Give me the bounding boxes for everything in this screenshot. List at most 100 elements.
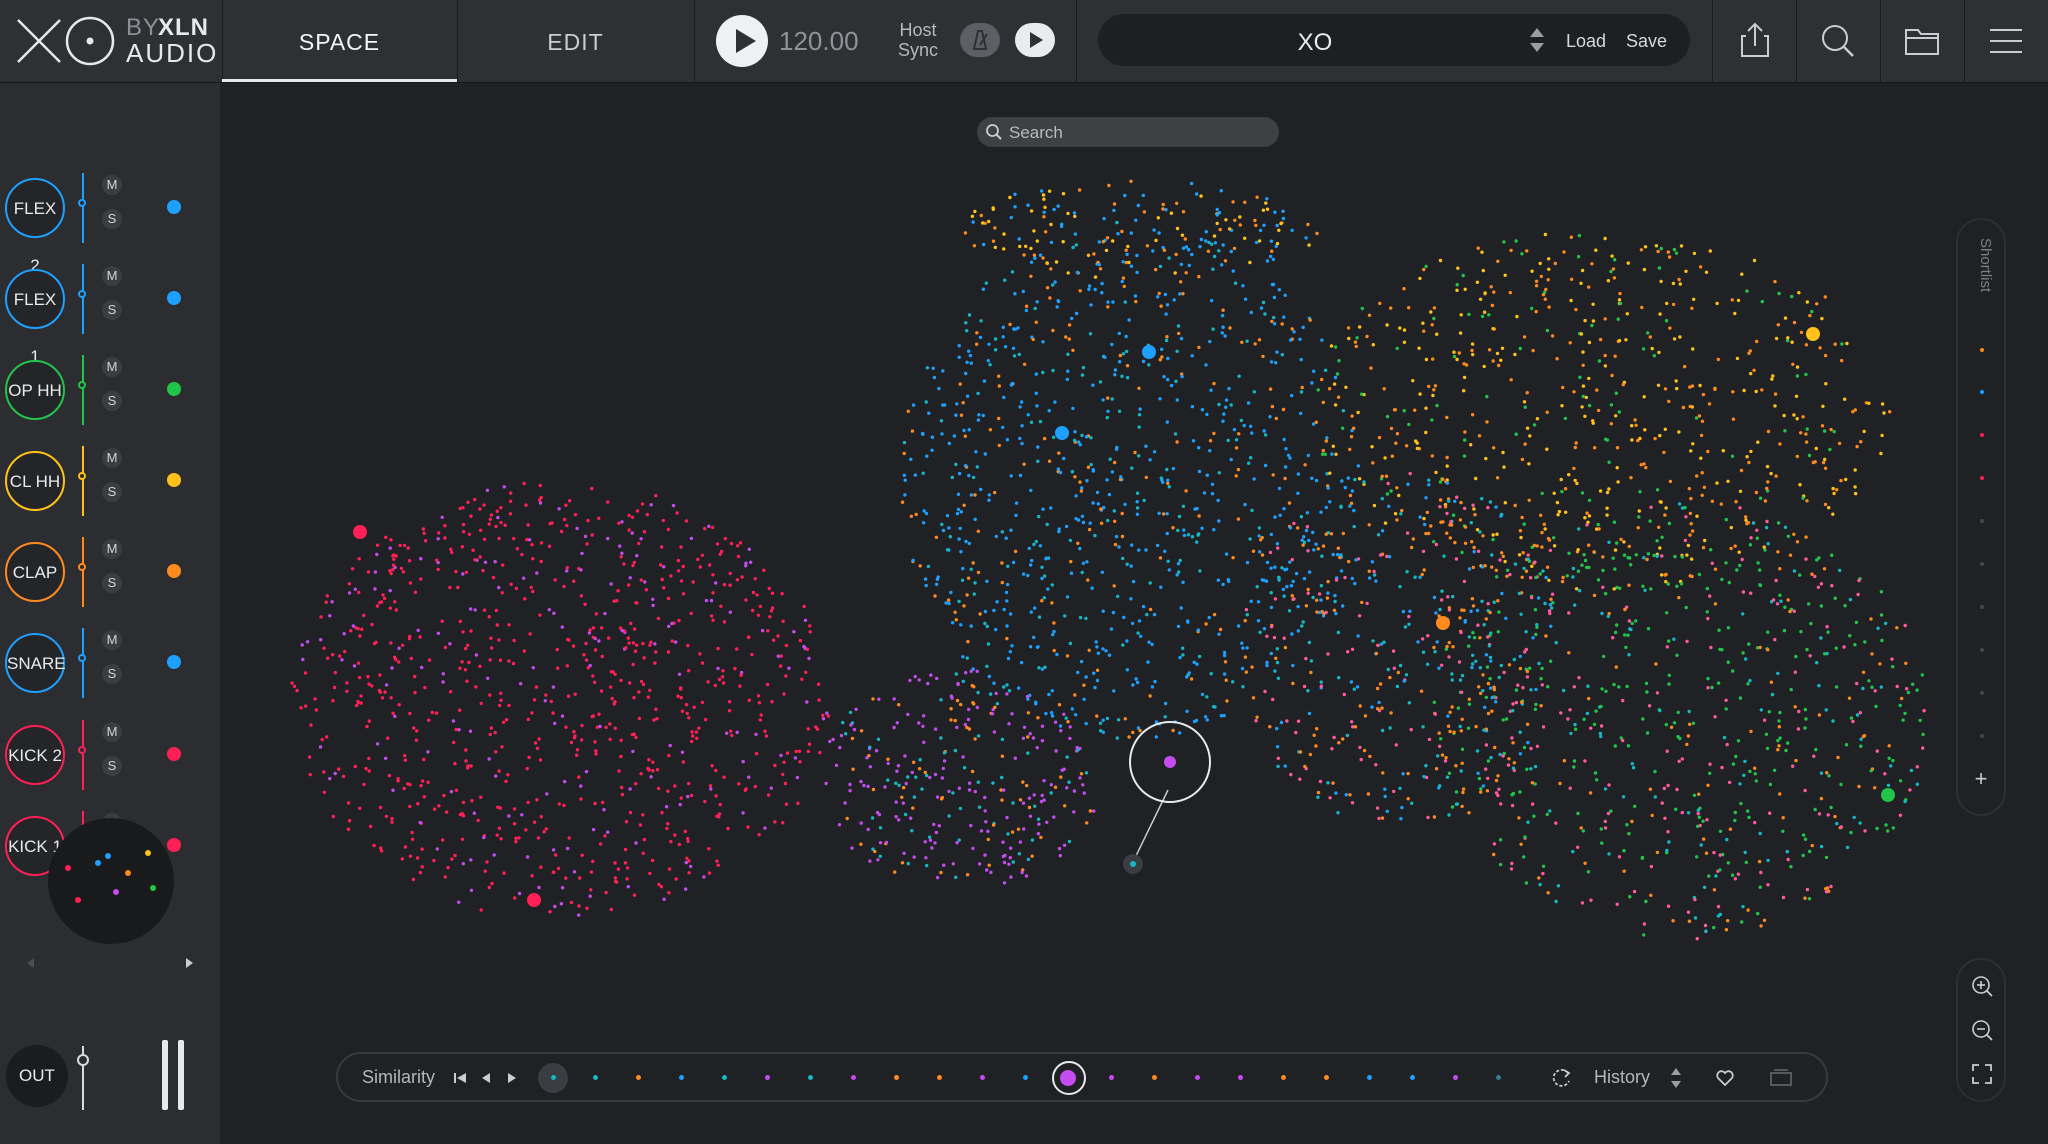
sample-dot[interactable] (591, 714, 596, 718)
sample-dot[interactable] (1479, 790, 1483, 794)
sample-dot[interactable] (1823, 502, 1828, 507)
sample-dot[interactable] (1104, 248, 1109, 253)
sample-dot[interactable] (572, 579, 576, 583)
sample-dot[interactable] (1547, 267, 1551, 271)
sample-dot[interactable] (1189, 181, 1194, 186)
sample-dot[interactable] (1409, 545, 1414, 550)
sample-dot[interactable] (1256, 600, 1261, 604)
sample-dot[interactable] (784, 643, 789, 648)
sample-dot[interactable] (1222, 412, 1226, 416)
sample-dot[interactable] (1576, 845, 1580, 849)
sample-dot[interactable] (513, 896, 517, 900)
sample-dot[interactable] (982, 379, 987, 383)
sample-dot[interactable] (1259, 538, 1263, 542)
sample-dot[interactable] (955, 725, 959, 730)
sample-dot[interactable] (349, 629, 353, 633)
sample-dot[interactable] (965, 873, 970, 877)
sample-dot[interactable] (1599, 827, 1604, 831)
sample-dot[interactable] (553, 578, 557, 582)
sample-dot[interactable] (1065, 595, 1070, 599)
sample-dot[interactable] (679, 696, 683, 700)
sample-dot[interactable] (648, 688, 652, 692)
sample-dot[interactable] (673, 784, 677, 788)
sample-dot[interactable] (1389, 711, 1393, 715)
sample-dot[interactable] (1507, 757, 1511, 761)
sample-dot[interactable] (1792, 320, 1797, 325)
sample-dot[interactable] (1406, 797, 1410, 801)
sample-dot[interactable] (1470, 348, 1474, 353)
sample-dot[interactable] (1106, 409, 1110, 413)
sample-dot[interactable] (1677, 595, 1681, 600)
sample-dot[interactable] (1758, 885, 1762, 889)
sample-dot[interactable] (1476, 771, 1480, 775)
sample-dot[interactable] (1212, 381, 1216, 386)
sample-dot[interactable] (1746, 682, 1750, 686)
sample-dot[interactable] (1911, 682, 1915, 686)
sample-dot[interactable] (1419, 689, 1424, 693)
sample-dot[interactable] (1137, 619, 1142, 623)
sample-dot[interactable] (1216, 578, 1221, 582)
sample-dot[interactable] (1459, 729, 1464, 733)
sample-dot[interactable] (1372, 503, 1377, 508)
sample-dot[interactable] (1838, 568, 1842, 573)
sample-dot[interactable] (967, 428, 971, 432)
sample-dot[interactable] (1718, 647, 1722, 652)
sample-dot[interactable] (1695, 514, 1699, 518)
sample-dot[interactable] (1407, 422, 1411, 427)
sample-dot[interactable] (1421, 549, 1426, 553)
sample-dot[interactable] (1070, 316, 1074, 321)
sample-dot[interactable] (1330, 747, 1334, 751)
sample-dot[interactable] (543, 699, 547, 703)
sample-dot[interactable] (1514, 432, 1518, 436)
sample-dot[interactable] (1611, 267, 1616, 271)
sample-dot[interactable] (495, 623, 499, 627)
sample-dot[interactable] (1324, 505, 1329, 510)
sample-dot[interactable] (922, 509, 926, 513)
sample-dot[interactable] (490, 881, 494, 886)
sample-dot[interactable] (1792, 569, 1797, 573)
sample-dot[interactable] (1217, 249, 1221, 253)
sample-dot[interactable] (508, 512, 513, 516)
sample-dot[interactable] (1774, 474, 1778, 478)
sample-dot[interactable] (958, 806, 963, 811)
sample-dot[interactable] (698, 652, 702, 656)
sample-dot[interactable] (1093, 287, 1097, 292)
sample-dot[interactable] (485, 488, 490, 492)
sample-dot[interactable] (866, 827, 870, 832)
sample-dot[interactable] (1073, 232, 1078, 236)
sample-dot[interactable] (875, 810, 880, 815)
sample-dot[interactable] (1783, 525, 1788, 529)
sample-dot[interactable] (1477, 685, 1481, 689)
sample-dot[interactable] (1803, 837, 1808, 841)
sample-dot[interactable] (1532, 814, 1536, 818)
sample-dot[interactable] (1382, 387, 1386, 391)
sample-dot[interactable] (1398, 663, 1403, 668)
sample-dot[interactable] (926, 564, 931, 569)
sample-dot[interactable] (669, 839, 673, 844)
sample-dot[interactable] (602, 808, 606, 812)
sample-dot[interactable] (871, 787, 876, 792)
sample-dot[interactable] (1395, 684, 1400, 689)
sample-dot[interactable] (749, 560, 753, 564)
sample-dot[interactable] (992, 681, 996, 685)
sample-dot[interactable] (357, 675, 362, 680)
sample-dot[interactable] (972, 244, 977, 248)
sample-dot[interactable] (1807, 897, 1812, 901)
sample-dot[interactable] (990, 712, 995, 716)
sample-dot[interactable] (407, 559, 412, 563)
sample-dot[interactable] (1741, 904, 1745, 909)
sample-dot[interactable] (877, 697, 881, 701)
sample-dot[interactable] (1498, 862, 1503, 867)
sample-dot[interactable] (1415, 441, 1419, 445)
sample-dot[interactable] (1171, 728, 1175, 733)
sample-dot[interactable] (1688, 533, 1692, 537)
sample-dot[interactable] (1004, 590, 1009, 595)
sample-dot[interactable] (1504, 717, 1509, 721)
sample-dot[interactable] (1039, 189, 1044, 193)
sample-dot[interactable] (1544, 575, 1548, 580)
sample-dot[interactable] (1398, 326, 1402, 330)
sample-dot[interactable] (1275, 745, 1280, 749)
sample-dot[interactable] (1776, 323, 1781, 327)
sample-dot[interactable] (620, 792, 625, 797)
sample-dot[interactable] (299, 706, 303, 710)
